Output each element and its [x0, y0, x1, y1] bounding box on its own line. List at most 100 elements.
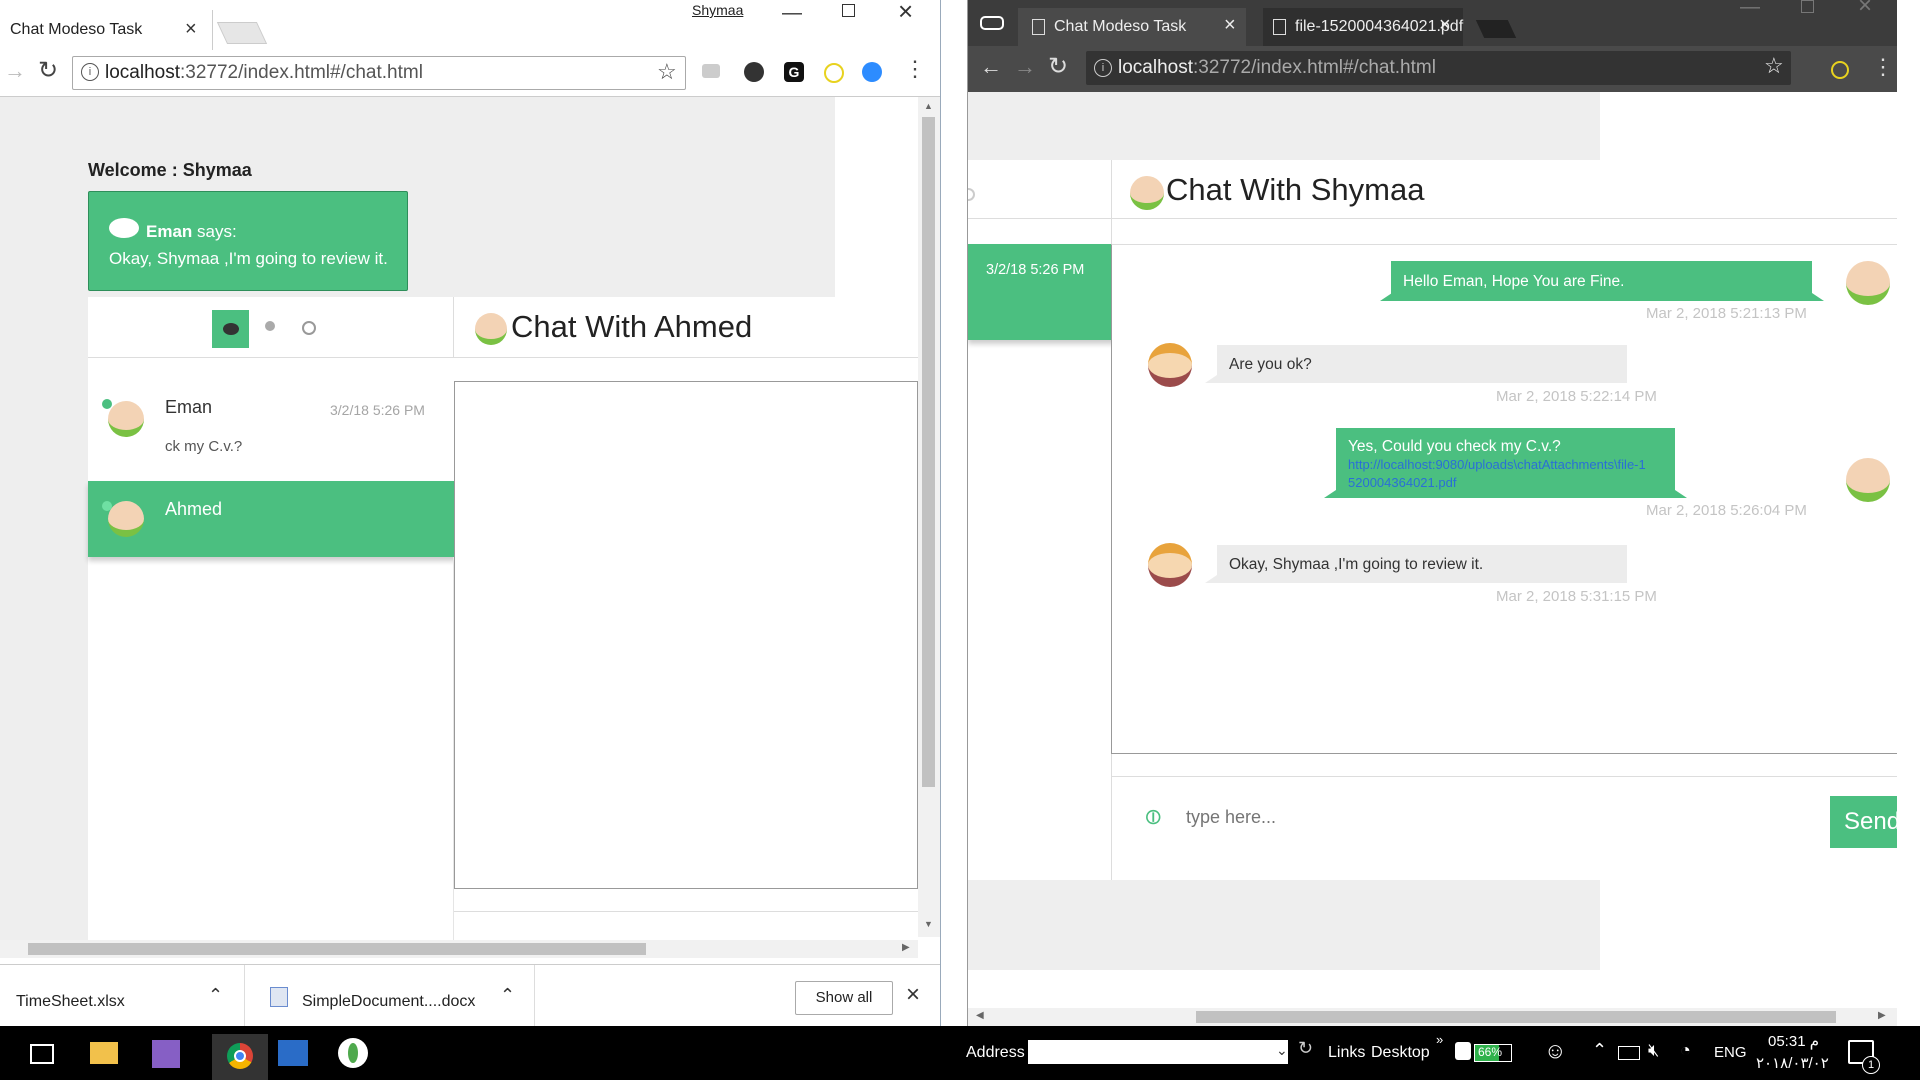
chevron-up-icon[interactable]: ⌃ [500, 985, 515, 1006]
back-icon[interactable]: ← [980, 54, 1002, 80]
vertical-scrollbar[interactable]: ▲ ▼ [918, 97, 940, 937]
chats-tab[interactable] [212, 310, 249, 348]
notification-says: says: [192, 222, 237, 241]
list-item-selected[interactable]: Ahmed [88, 481, 464, 557]
list-item-selected[interactable]: 3/2/18 5:26 PM [968, 244, 1122, 340]
close-download-bar-icon[interactable]: × [906, 981, 920, 1009]
left-toolbar: → ↻ i localhost:32772/index.html#/chat.h… [0, 50, 940, 97]
search-icon [302, 321, 316, 335]
chat-header-line [1111, 218, 1897, 219]
messages-box[interactable]: Hello Eman, Hope You are Fine. Mar 2, 20… [1111, 244, 1897, 754]
scroll-thumb[interactable] [922, 117, 935, 787]
more-toolbars-icon[interactable]: » [1436, 1032, 1443, 1047]
new-message-notification[interactable]: Eman says: Okay, Shymaa ,I'm going to re… [88, 191, 408, 291]
desktop-label[interactable]: Desktop [1371, 1044, 1430, 1062]
powershell-icon[interactable] [278, 1040, 308, 1066]
tab-title: file-1520004364021.pdf [1295, 18, 1464, 35]
scroll-right-icon[interactable]: ▶ [902, 942, 910, 953]
tab-chat[interactable]: Chat Modeso Task × [1018, 8, 1246, 46]
close-window-icon[interactable]: × [898, 0, 913, 27]
scroll-left-icon[interactable]: ◀ [976, 1010, 984, 1021]
volume-muted-icon[interactable]: 🔇︎ [1648, 1040, 1659, 1061]
menu-dots-icon[interactable]: ⋮ [904, 56, 926, 82]
sidebar-divider [88, 357, 453, 358]
visual-studio-icon[interactable] [152, 1040, 180, 1068]
close-icon[interactable]: × [1224, 14, 1236, 37]
language-indicator[interactable]: ENG [1714, 1044, 1747, 1061]
grammarly-icon[interactable]: G [784, 62, 804, 82]
contact-preview: ck my C.v.? [165, 438, 243, 455]
sun-extension-icon[interactable] [1831, 61, 1849, 79]
battery-indicator[interactable]: 66% [1474, 1044, 1512, 1062]
clock-date[interactable]: ٢٠١٨/٠٣/٠٢ [1756, 1054, 1829, 1072]
chevron-up-icon[interactable]: ⌃ [208, 985, 223, 1006]
maximize-icon[interactable] [842, 4, 855, 17]
address-bar[interactable]: i localhost:32772/index.html#/chat.html … [1086, 51, 1791, 85]
tab-pdf[interactable]: file-1520004364021.pdf × [1263, 8, 1463, 46]
message-time: Mar 2, 2018 5:22:14 PM [1496, 388, 1657, 405]
download-item[interactable]: SimpleDocument....docx ⌃ [246, 965, 535, 1026]
speech-bubble-icon [109, 218, 139, 238]
maximize-icon[interactable] [1801, 0, 1814, 13]
menu-dots-icon[interactable]: ⋮ [1872, 54, 1894, 80]
paperclip-icon[interactable]: ⊘ [1138, 801, 1169, 832]
forward-icon[interactable]: → [1014, 54, 1036, 80]
go-icon[interactable]: ↻ [1298, 1038, 1313, 1059]
file-explorer-icon[interactable] [90, 1042, 118, 1064]
camera-icon[interactable] [702, 64, 720, 78]
forward-icon[interactable]: → [4, 58, 26, 84]
security-icon[interactable] [1455, 1042, 1471, 1060]
close-icon[interactable]: × [185, 18, 197, 41]
scroll-down-icon[interactable]: ▼ [924, 919, 933, 929]
page-icon [1032, 19, 1045, 35]
bookmark-star-icon[interactable]: ☆ [657, 59, 677, 85]
people-icon[interactable]: ☺ [1544, 1038, 1566, 1064]
address-toolbar-input[interactable] [1028, 1040, 1288, 1064]
close-window-icon[interactable]: × [1858, 0, 1872, 20]
horizontal-scrollbar[interactable]: ▶ [0, 940, 918, 958]
url-path: :32772/index.html#/chat.html [1193, 57, 1436, 78]
wifi-icon[interactable]: ◔ [1680, 1040, 1691, 1061]
clock-time[interactable]: 05:31 م [1768, 1032, 1819, 1050]
user-icon [265, 321, 275, 331]
zoom-icon[interactable] [862, 62, 882, 82]
mongodb-icon[interactable] [338, 1038, 368, 1068]
attachment-link[interactable]: http://localhost:9080/uploads\chatAttach… [1348, 456, 1648, 492]
info-icon[interactable]: i [1094, 59, 1112, 77]
minimize-icon[interactable]: — [782, 2, 802, 25]
message-time: Mar 2, 2018 5:26:04 PM [1646, 502, 1807, 519]
address-bar[interactable]: i localhost:32772/index.html#/chat.html … [72, 56, 686, 90]
send-button[interactable]: Send [1830, 796, 1897, 848]
contacts-tab[interactable] [264, 321, 276, 337]
bookmark-star-icon[interactable]: ☆ [1764, 53, 1784, 79]
page-bottom-bar [968, 880, 1600, 970]
message-input[interactable] [1184, 796, 1788, 838]
profile-name[interactable]: Shymaa [692, 2, 743, 18]
scroll-right-icon[interactable]: ▶ [1878, 1010, 1886, 1021]
scroll-thumb[interactable] [28, 943, 646, 955]
close-icon[interactable]: × [1439, 14, 1451, 37]
url-host: localhost [1118, 57, 1193, 78]
scroll-up-icon[interactable]: ▲ [924, 101, 933, 111]
list-item[interactable]: Eman 3/2/18 5:26 PM ck my C.v.? [88, 392, 453, 477]
left-tab[interactable]: Chat Modeso Task × [0, 10, 213, 50]
chevron-up-icon[interactable]: ⌃ [1592, 1040, 1607, 1061]
sun-extension-icon[interactable] [824, 63, 844, 83]
scroll-thumb[interactable] [1196, 1011, 1836, 1023]
chrome-icon[interactable] [212, 1034, 268, 1080]
extension-icon[interactable] [744, 62, 764, 82]
info-icon[interactable]: i [81, 63, 99, 81]
show-all-button[interactable]: Show all [795, 981, 893, 1015]
links-label[interactable]: Links [1328, 1044, 1365, 1062]
task-view-icon[interactable] [30, 1044, 54, 1064]
reload-icon[interactable]: ↻ [1048, 52, 1068, 81]
search-tab[interactable] [302, 321, 316, 335]
minimize-icon[interactable]: — [1740, 0, 1760, 19]
reload-icon[interactable]: ↻ [38, 56, 58, 85]
power-icon[interactable] [1618, 1046, 1640, 1060]
horizontal-scrollbar[interactable]: ◀ ▶ [968, 1008, 1897, 1026]
messages-box[interactable] [454, 381, 918, 889]
chevron-down-icon[interactable]: ⌄ [1276, 1042, 1288, 1059]
contact-time: 3/2/18 5:26 PM [330, 402, 425, 418]
download-item[interactable]: TimeSheet.xlsx ⌃ [0, 965, 245, 1026]
